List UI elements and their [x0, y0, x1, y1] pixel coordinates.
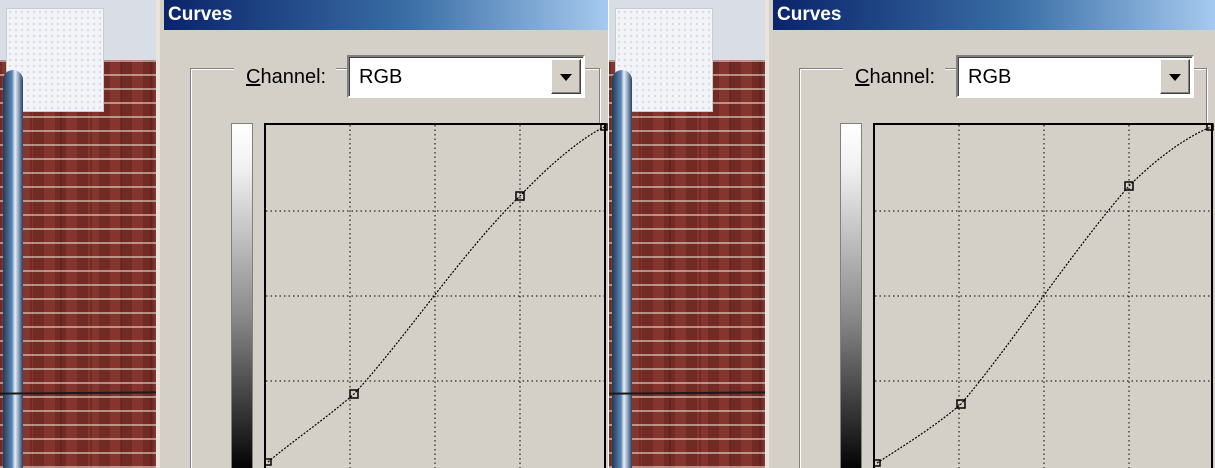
curves-dialog: Curves Channel: RGB	[773, 0, 1215, 468]
curve-graph[interactable]	[773, 0, 1215, 468]
curves-dialog: Curves Channel: RGB	[164, 0, 608, 468]
photo-wire	[0, 391, 156, 395]
curve-graph[interactable]	[164, 0, 608, 468]
photo-drainpipe	[612, 70, 632, 468]
photo-wire	[609, 391, 765, 395]
photo-drainpipe	[3, 70, 23, 468]
brick-wall-photo	[609, 0, 769, 468]
panel-right: Curves Channel: RGB	[609, 0, 1215, 468]
brick-wall-photo	[0, 0, 160, 468]
panel-left: Curves Channel: RGB	[0, 0, 608, 468]
